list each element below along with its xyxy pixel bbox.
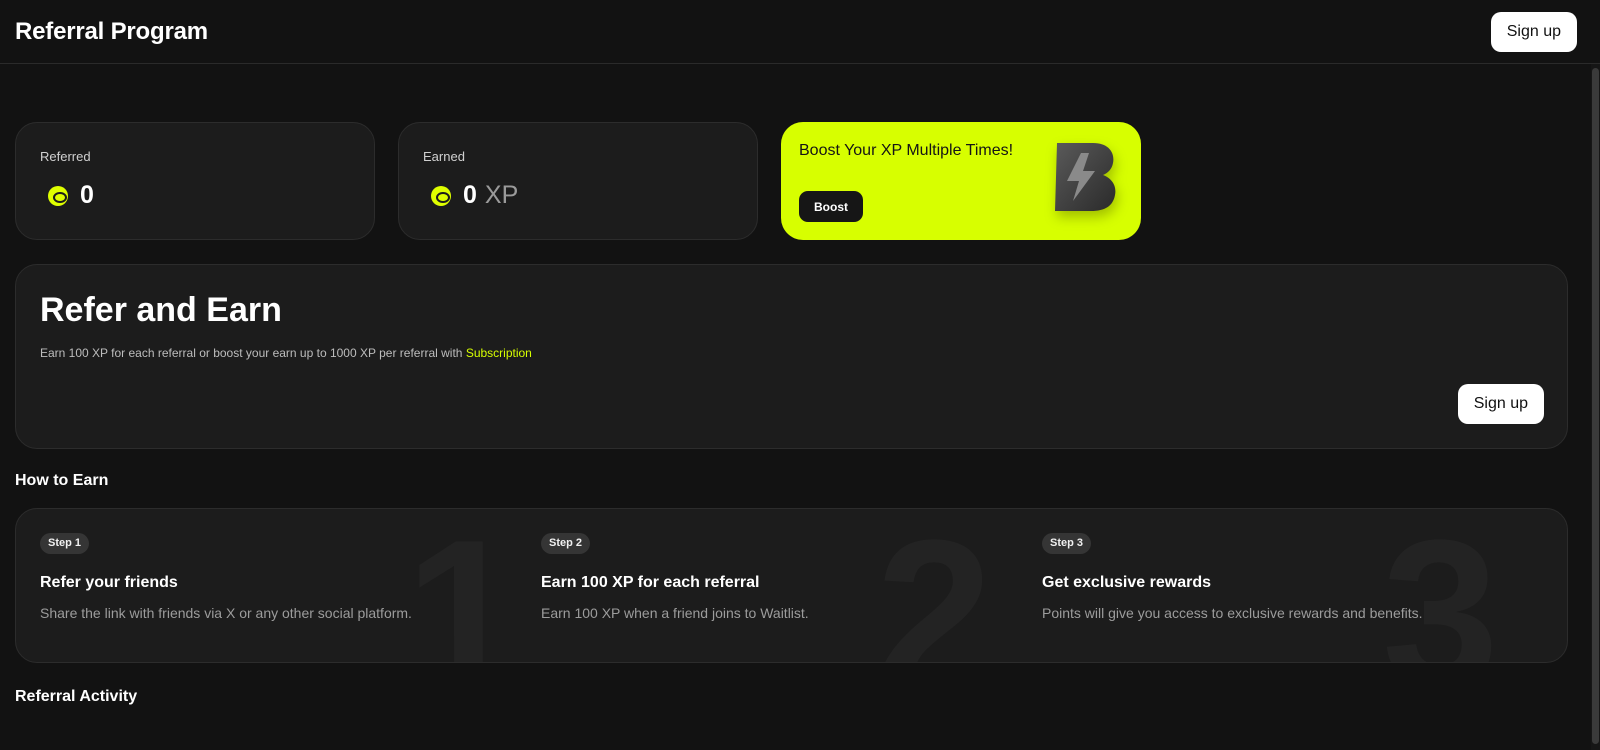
step-1: 1 Step 1 Refer your friends Share the li… xyxy=(40,508,541,663)
earned-amount: 0 xyxy=(463,181,477,209)
refer-and-earn-card: Refer and Earn Earn 100 XP for each refe… xyxy=(15,264,1568,449)
subscription-link[interactable]: Subscription xyxy=(466,346,532,360)
boost-logo-icon xyxy=(1055,143,1116,211)
step-description: Share the link with friends via X or any… xyxy=(40,605,412,621)
top-header: Referral Program Sign up xyxy=(0,0,1600,64)
refer-description-text: Earn 100 XP for each referral or boost y… xyxy=(40,346,463,360)
step-badge: Step 3 xyxy=(1042,533,1092,554)
step-description: Earn 100 XP when a friend joins to Waitl… xyxy=(541,605,809,621)
referral-activity-heading: Referral Activity xyxy=(15,688,138,705)
step-2: 2 Step 2 Earn 100 XP for each referral E… xyxy=(541,508,1042,663)
step-watermark: 3 xyxy=(1382,508,1499,663)
earned-value-row: 0 XP xyxy=(431,181,518,210)
step-badge: Step 2 xyxy=(541,533,591,554)
step-title: Get exclusive rewards xyxy=(1042,574,1211,591)
referred-card: Referred 0 xyxy=(15,122,375,240)
referred-count: 0 xyxy=(80,181,94,209)
step-watermark: 1 xyxy=(405,508,522,663)
step-3: 3 Step 3 Get exclusive rewards Points wi… xyxy=(1042,508,1543,663)
coin-icon xyxy=(431,185,451,206)
boost-title: Boost Your XP Multiple Times! xyxy=(799,142,1014,159)
step-watermark: 2 xyxy=(876,508,993,663)
boost-card: Boost Your XP Multiple Times! Boost xyxy=(781,122,1141,240)
referred-value-row: 0 xyxy=(48,181,94,210)
earned-card: Earned 0 XP xyxy=(398,122,758,240)
step-title: Refer your friends xyxy=(40,574,178,591)
referred-label: Referred xyxy=(40,149,91,164)
earned-unit: XP xyxy=(484,181,519,209)
boost-button[interactable]: Boost xyxy=(799,191,863,222)
referral-page: Referral Program Sign up Referred 0 Earn… xyxy=(0,0,1600,750)
header-sign-up-button[interactable]: Sign up xyxy=(1490,11,1577,52)
page-title: Referral Program xyxy=(15,17,208,45)
how-to-earn-card: 1 Step 1 Refer your friends Share the li… xyxy=(15,508,1568,663)
step-badge: Step 1 xyxy=(40,533,90,554)
step-description: Points will give you access to exclusive… xyxy=(1042,605,1423,621)
scrollbar-thumb[interactable] xyxy=(1592,68,1599,744)
how-to-earn-heading: How to Earn xyxy=(15,472,109,489)
refer-description: Earn 100 XP for each referral or boost y… xyxy=(40,346,532,360)
step-title: Earn 100 XP for each referral xyxy=(541,574,760,591)
coin-icon xyxy=(48,185,68,206)
refer-title: Refer and Earn xyxy=(40,291,282,329)
earned-label: Earned xyxy=(423,149,465,164)
refer-sign-up-button[interactable]: Sign up xyxy=(1457,384,1544,424)
